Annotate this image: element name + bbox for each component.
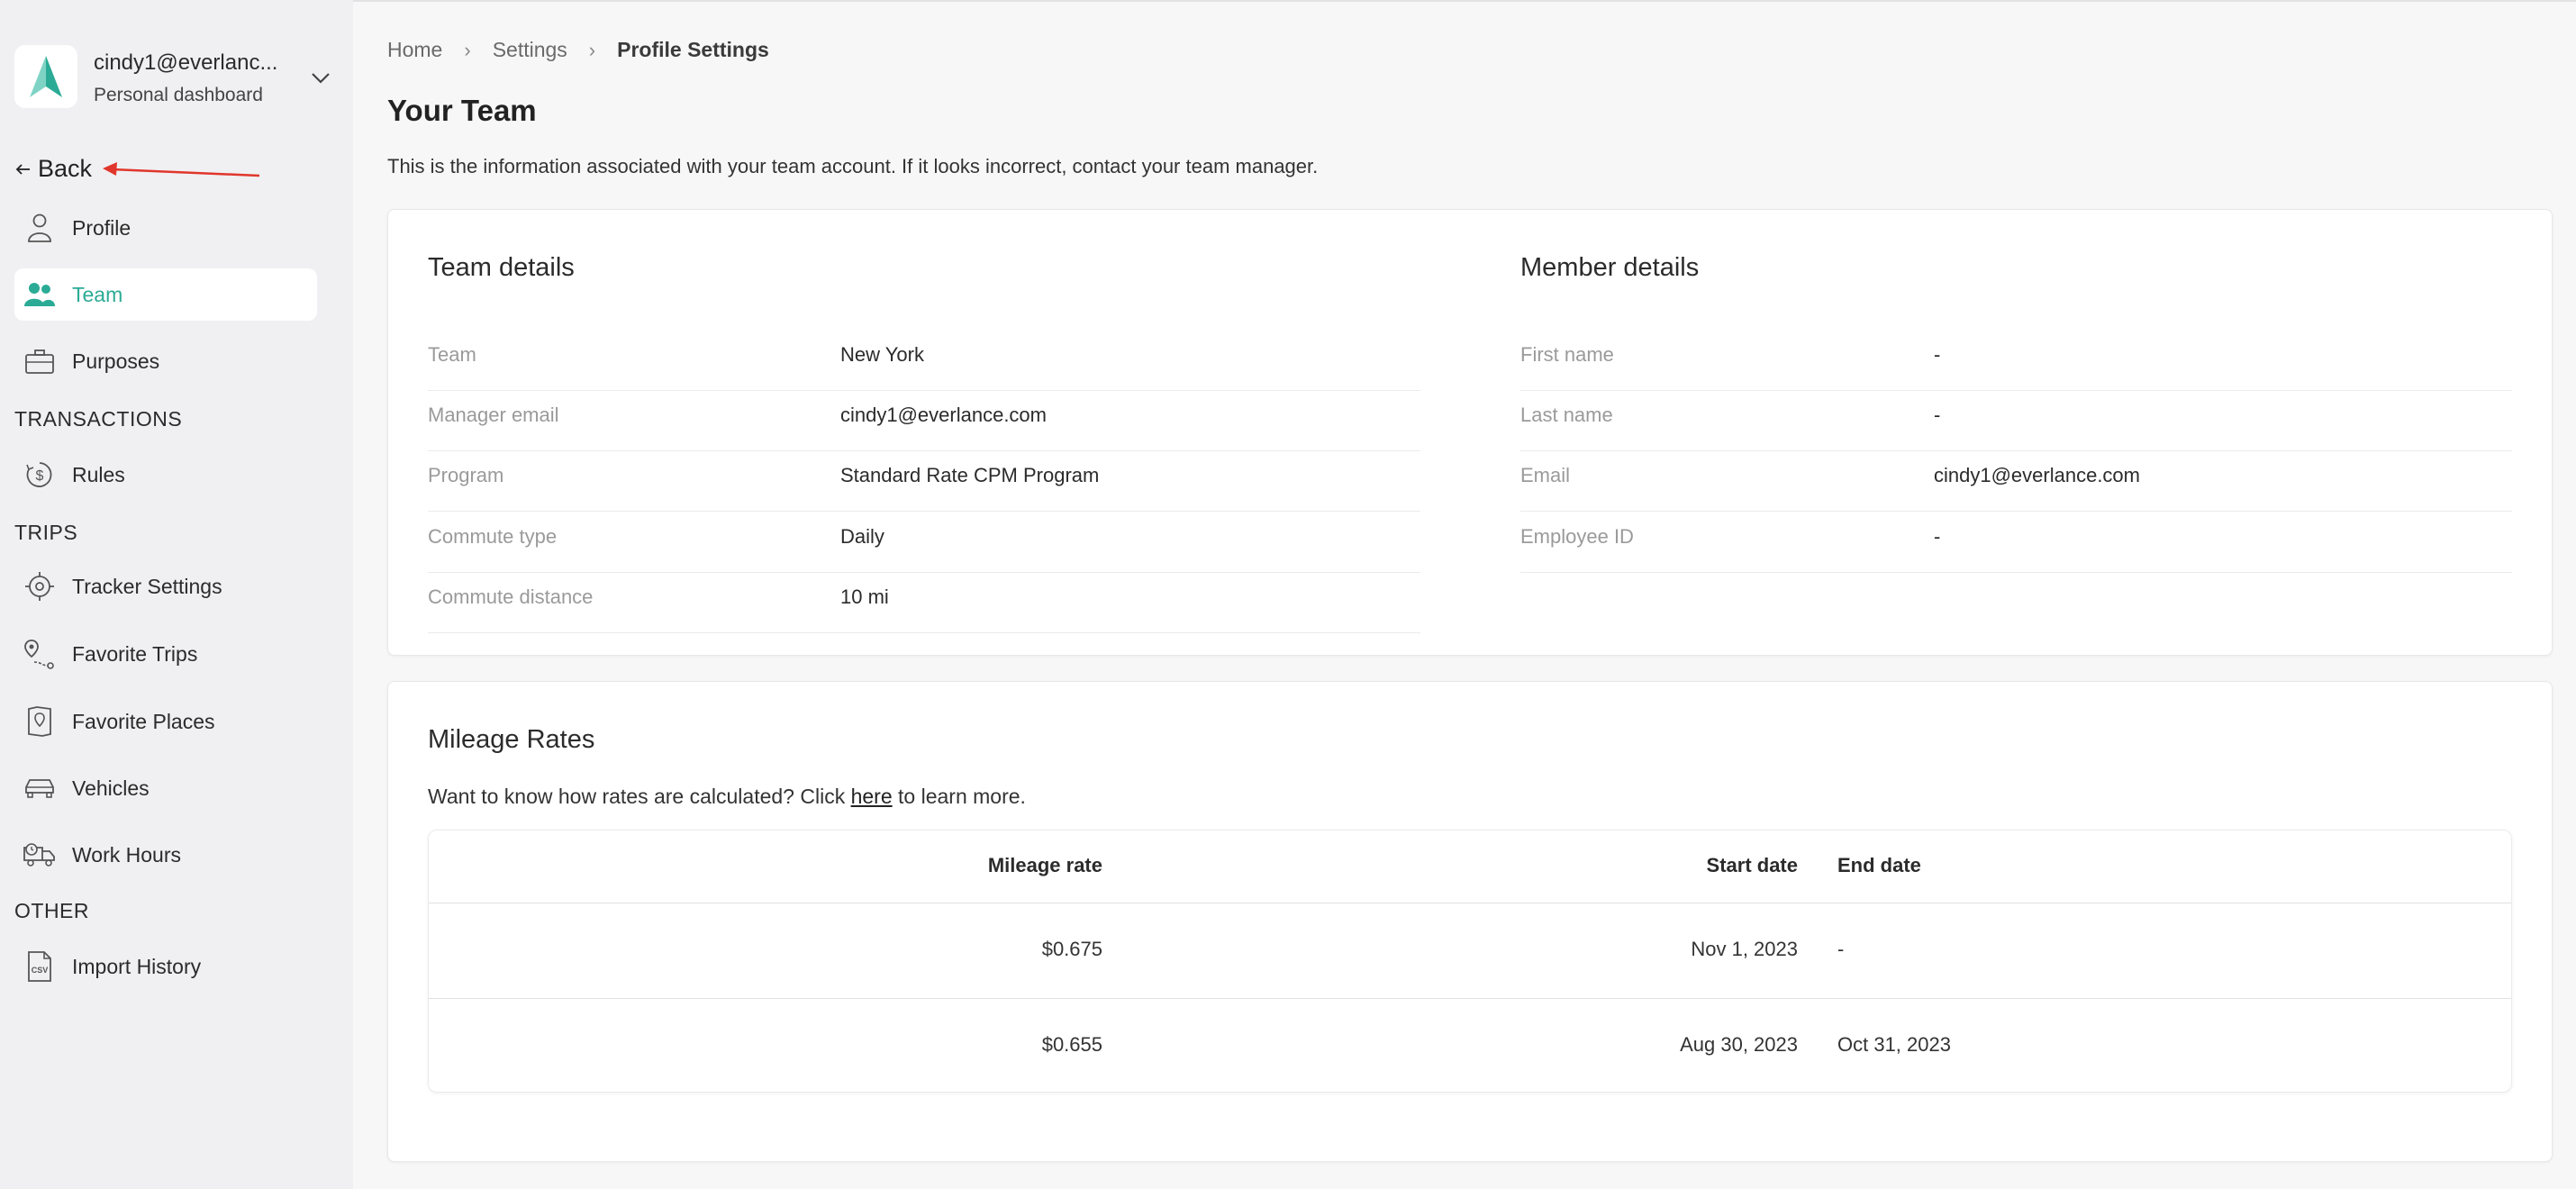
csv-file-icon: CSV [22, 948, 58, 985]
team-member-details-card: Team details Team New York Manager email… [387, 209, 2553, 656]
annotation-arrow-icon [103, 162, 260, 177]
chevron-right-icon: › [464, 38, 471, 61]
column-header-start-date: Start date [1706, 854, 1798, 876]
account-email: cindy1@everlanc... [94, 50, 278, 75]
sidebar-item-label: Rules [72, 462, 125, 486]
detail-label: Program [428, 464, 504, 486]
sidebar-item-favorite-trips[interactable]: Favorite Trips [14, 628, 317, 680]
detail-label: Last name [1520, 404, 1613, 426]
map-pin-icon [22, 703, 58, 740]
sidebar-item-favorite-places[interactable]: Favorite Places [14, 695, 317, 748]
detail-value: cindy1@everlance.com [840, 404, 1047, 426]
detail-label: First name [1520, 343, 1614, 366]
route-pin-icon [22, 636, 58, 672]
truck-clock-icon [22, 837, 58, 873]
team-details-heading: Team details [428, 253, 575, 282]
detail-row: Manager email cindy1@everlance.com [428, 391, 1420, 451]
detail-label: Manager email [428, 404, 559, 426]
detail-row: Email cindy1@everlance.com [1520, 451, 2512, 512]
breadcrumb: Home › Settings › Profile Settings [387, 38, 769, 62]
sidebar: cindy1@everlanc... Personal dashboard Ba… [0, 0, 353, 1189]
account-subtitle: Personal dashboard [94, 85, 263, 105]
sidebar-item-label: Favorite Trips [72, 641, 198, 666]
back-label: Back [38, 155, 93, 182]
detail-value: - [1934, 525, 1941, 548]
sidebar-item-label: Team [72, 282, 123, 306]
briefcase-icon [22, 343, 58, 379]
detail-row: Last name - [1520, 391, 2512, 451]
sidebar-item-label: Tracker Settings [72, 574, 222, 598]
sidebar-item-label: Import History [72, 954, 202, 978]
sidebar-item-purposes[interactable]: Purposes [14, 335, 317, 387]
detail-row: Team New York [428, 331, 1420, 391]
sidebar-item-label: Work Hours [72, 842, 181, 867]
detail-value: New York [840, 343, 924, 366]
user-icon [22, 210, 58, 246]
sidebar-item-profile[interactable]: Profile [14, 202, 317, 254]
svg-text:$: $ [36, 468, 44, 484]
member-details-heading: Member details [1520, 253, 1700, 282]
everlance-logo [14, 45, 77, 108]
dollar-circle-icon: $ [22, 457, 58, 493]
detail-value: Daily [840, 525, 884, 548]
section-transactions: TRANSACTIONS [14, 407, 183, 431]
detail-value: Standard Rate CPM Program [840, 464, 1100, 486]
sidebar-item-label: Purposes [72, 349, 160, 373]
mileage-rates-heading: Mileage Rates [428, 725, 595, 754]
section-other: OTHER [14, 899, 89, 922]
page-description: This is the information associated with … [387, 155, 1319, 177]
sidebar-item-vehicles[interactable]: Vehicles [14, 762, 317, 814]
chevron-down-icon[interactable] [308, 65, 333, 90]
detail-label: Email [1520, 464, 1571, 486]
learn-more-link[interactable]: here [851, 785, 893, 808]
svg-text:CSV: CSV [32, 966, 49, 975]
mileage-rates-table: Mileage rate Start date End date $0.675 … [428, 830, 2512, 1093]
sidebar-item-label: Profile [72, 215, 132, 240]
detail-value: - [1934, 404, 1941, 426]
mileage-rates-description: Want to know how rates are calculated? C… [428, 785, 1026, 808]
page-title: Your Team [387, 94, 537, 127]
section-trips: TRIPS [14, 521, 78, 544]
table-row: $0.675 Nov 1, 2023 - [429, 903, 2511, 998]
detail-row: First name - [1520, 331, 2512, 391]
detail-row: Commute distance 10 mi [428, 573, 1420, 633]
sidebar-item-work-hours[interactable]: Work Hours [14, 829, 317, 881]
cell-start-date: Aug 30, 2023 [1680, 1033, 1798, 1056]
breadcrumb-settings[interactable]: Settings [493, 38, 567, 62]
arrow-left-icon [15, 163, 30, 175]
cell-start-date: Nov 1, 2023 [1691, 938, 1798, 960]
detail-value: - [1934, 343, 1941, 366]
detail-label: Team [428, 343, 476, 366]
detail-value: 10 mi [840, 585, 889, 608]
detail-label: Employee ID [1520, 525, 1634, 548]
sidebar-item-import-history[interactable]: CSV Import History [14, 940, 317, 993]
sidebar-item-label: Favorite Places [72, 709, 215, 733]
chevron-right-icon: › [588, 38, 596, 61]
sidebar-item-rules[interactable]: $ Rules [14, 449, 317, 501]
back-link[interactable]: Back [14, 155, 92, 183]
sidebar-item-team[interactable]: Team [14, 268, 317, 321]
detail-row: Employee ID - [1520, 513, 2512, 573]
cell-end-date: - [1837, 938, 1845, 960]
sidebar-item-label: Vehicles [72, 776, 150, 800]
table-row: $0.655 Aug 30, 2023 Oct 31, 2023 [429, 998, 2511, 1092]
detail-row: Commute type Daily [428, 513, 1420, 573]
car-icon [22, 770, 58, 806]
detail-row: Program Standard Rate CPM Program [428, 451, 1420, 512]
sidebar-item-tracker-settings[interactable]: Tracker Settings [14, 560, 317, 613]
column-header-end-date: End date [1837, 854, 1921, 876]
mileage-rates-card: Mileage Rates Want to know how rates are… [387, 681, 2553, 1162]
breadcrumb-current: Profile Settings [617, 38, 769, 61]
detail-label: Commute distance [428, 585, 594, 608]
detail-value: cindy1@everlance.com [1934, 464, 2140, 486]
top-divider [353, 0, 2576, 2]
tracker-target-icon [22, 568, 58, 604]
breadcrumb-home[interactable]: Home [387, 38, 442, 62]
account-switcher[interactable]: cindy1@everlanc... Personal dashboard [14, 45, 340, 112]
team-icon [22, 277, 58, 313]
detail-label: Commute type [428, 525, 558, 548]
cell-end-date: Oct 31, 2023 [1837, 1033, 1951, 1056]
